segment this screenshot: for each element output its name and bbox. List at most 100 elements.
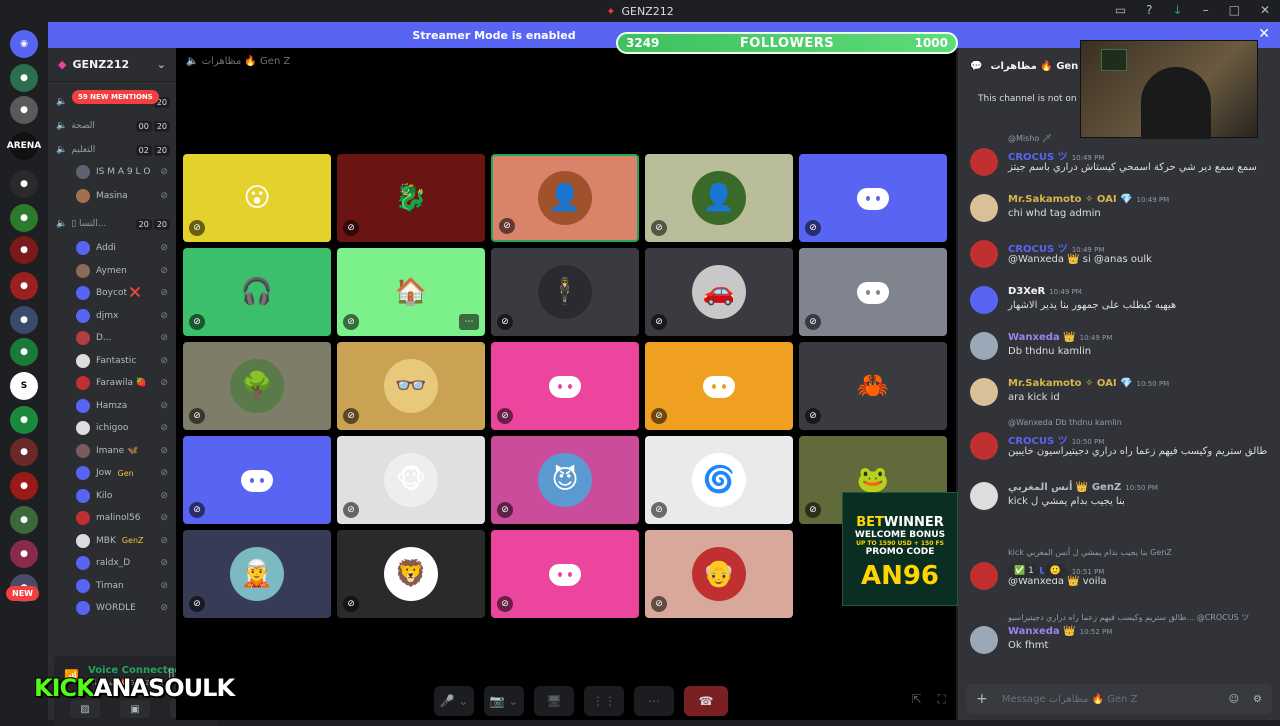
guild-header[interactable]: ◆ GENZ212 ⌄ <box>48 48 176 82</box>
avatar[interactable] <box>970 286 998 314</box>
participant-tile[interactable]: 👓 ⊘ <box>337 342 485 430</box>
maximize-button[interactable]: □ <box>1229 3 1240 17</box>
participant-tile[interactable]: 🐉 ⊘ <box>337 154 485 242</box>
voice-member[interactable]: Timan ⊘ <box>76 576 168 596</box>
avatar[interactable] <box>970 432 998 460</box>
server-icon[interactable]: ● <box>10 540 38 568</box>
voice-member[interactable]: Fantastic ⊘ <box>76 351 168 371</box>
server-icon[interactable]: ● <box>10 64 38 92</box>
server-icon[interactable]: ● <box>10 306 38 334</box>
avatar[interactable] <box>970 148 998 176</box>
camera-toggle-button[interactable]: 📷 ⌄ <box>484 686 524 716</box>
voice-member[interactable]: WORDLE ⊘ <box>76 598 168 618</box>
voice-member[interactable]: Masina ⊘ <box>76 186 168 206</box>
author-name[interactable]: أنس المغربي 👑 GenZ <box>1008 482 1121 493</box>
participant-tile[interactable]: ⊘ <box>799 154 947 242</box>
tile-more-icon[interactable]: ⋯ <box>459 314 479 330</box>
avatar[interactable] <box>970 378 998 406</box>
avatar[interactable] <box>970 332 998 360</box>
screen-share-icon[interactable]: ▣ <box>120 700 150 718</box>
activities-button[interactable]: ⋮⋮ <box>584 686 624 716</box>
voice-member[interactable]: ichigoo ⊘ <box>76 418 168 438</box>
avatar[interactable] <box>970 240 998 268</box>
voice-channel-item[interactable]: 🔈 الصحة 00 20 <box>56 116 170 136</box>
reply-reference[interactable]: @Misho 🗡 <box>1008 134 1052 143</box>
server-icon[interactable]: ● <box>10 438 38 466</box>
voice-member[interactable]: D... ⊘ <box>76 328 168 348</box>
camera-off-icon[interactable]: ▨ <box>70 700 100 718</box>
voice-member[interactable]: MBK GenZ ⊘ <box>76 531 168 551</box>
author-name[interactable]: Wanxeda 👑 <box>1008 626 1076 637</box>
server-icon[interactable]: S <box>10 372 38 400</box>
voice-member[interactable]: IS M A 9 L O ⊘ <box>76 162 168 182</box>
participant-tile[interactable]: 🎧 ⊘ <box>183 248 331 336</box>
voice-member[interactable]: Hamza ⊘ <box>76 396 168 416</box>
participant-tile[interactable]: 👤 ⊘ <box>645 154 793 242</box>
disconnect-call-button[interactable]: ☎ <box>684 686 728 716</box>
reply-reference[interactable]: kick بنا يجيب بدام يمشي ل أنس المغربي Ge… <box>1008 548 1172 557</box>
server-icon[interactable]: ● <box>10 272 38 300</box>
participant-tile[interactable]: 🌳 ⊘ <box>183 342 331 430</box>
help-icon[interactable]: ? <box>1146 3 1152 17</box>
voice-member[interactable]: Aymen ⊘ <box>76 261 168 281</box>
author-name[interactable]: Mr.Sakamoto ✧ OAI 💎 <box>1008 378 1133 389</box>
new-servers-pill[interactable]: NEW <box>6 586 39 601</box>
server-icon[interactable]: ● <box>10 406 38 434</box>
participant-tile[interactable]: ⊘ <box>799 248 947 336</box>
close-button[interactable]: ✕ <box>1260 3 1270 17</box>
author-name[interactable]: Mr.Sakamoto ✧ OAI 💎 <box>1008 194 1133 205</box>
participant-tile[interactable]: ⊘ <box>491 342 639 430</box>
voice-member[interactable]: Addi ⊘ <box>76 238 168 258</box>
participant-tile[interactable]: 🐵 ⊘ <box>337 436 485 524</box>
popout-icon[interactable]: ⇱ <box>912 692 922 707</box>
avatar[interactable] <box>970 562 998 590</box>
voice-member[interactable]: djmx ⊘ <box>76 306 168 326</box>
message-composer[interactable]: + Message مظاهرات 🔥 Gen Z ☺ ⚙ <box>966 684 1272 714</box>
participant-tile[interactable]: 🧝 ⊘ <box>183 530 331 618</box>
inbox-icon[interactable]: ▭ <box>1115 3 1126 17</box>
participant-tile[interactable]: 🦁 ⊘ <box>337 530 485 618</box>
message-input[interactable]: Message مظاهرات 🔥 Gen Z <box>1002 694 1138 705</box>
avatar[interactable] <box>970 626 998 654</box>
participant-tile[interactable]: ⊘ <box>183 436 331 524</box>
participant-tile[interactable]: 🕴 ⊘ <box>491 248 639 336</box>
participant-tile[interactable]: 😮 ⊘ <box>183 154 331 242</box>
voice-channel-item[interactable]: 🔈 ▯ التسا... 20 20 <box>56 214 170 234</box>
reaction-chip[interactable]: 🙂 <box>1043 564 1068 578</box>
server-icon[interactable]: ● <box>10 236 38 264</box>
more-options-button[interactable]: ⋯ <box>634 686 674 716</box>
participant-tile[interactable]: 🏠 ⊘ ⋯ <box>337 248 485 336</box>
participant-tile[interactable]: 🌀 ⊘ <box>645 436 793 524</box>
reply-reference[interactable]: طالق ستريم وكيسب فيهم زعما راه دراري دجي… <box>1008 612 1249 623</box>
reply-reference[interactable]: @Wanxeda Db thdnu kamlin <box>1008 418 1122 427</box>
server-icon[interactable]: ● <box>10 506 38 534</box>
participant-tile[interactable]: 🚗 ⊘ <box>645 248 793 336</box>
voice-member[interactable]: Imane 🦋 ⊘ <box>76 441 168 461</box>
voice-member[interactable]: Jow Gen ⊘ <box>76 463 168 483</box>
server-icon[interactable]: ARENA <box>7 132 41 160</box>
author-name[interactable]: D3XeR <box>1008 286 1045 297</box>
participant-tile[interactable]: ⊘ <box>645 342 793 430</box>
voice-member[interactable]: malinol56 ⊘ <box>76 508 168 528</box>
server-icon[interactable]: ● <box>10 472 38 500</box>
voice-member[interactable]: Boycot ❌ ⊘ <box>76 283 168 303</box>
server-icon[interactable]: ◉ <box>10 30 38 58</box>
avatar[interactable] <box>970 194 998 222</box>
attach-plus-icon[interactable]: + <box>976 691 988 707</box>
emoji-icon[interactable]: ☺ <box>1229 694 1239 705</box>
voice-channel-item[interactable]: 🔈 التعليم 02 20 <box>56 140 170 160</box>
server-icon[interactable]: ● <box>10 170 38 198</box>
server-icon[interactable]: ● <box>10 204 38 232</box>
server-icon[interactable]: ● <box>10 338 38 366</box>
mic-toggle-button[interactable]: 🎤 ⌄ <box>434 686 474 716</box>
avatar[interactable] <box>970 482 998 510</box>
participant-tile[interactable]: 👤 ⊘ <box>491 154 639 242</box>
participant-tile[interactable]: 🦀 ⊘ <box>799 342 947 430</box>
voice-member[interactable]: Farawila 🍓 ⊘ <box>76 373 168 393</box>
participant-tile[interactable]: 😈 ⊘ <box>491 436 639 524</box>
new-mentions-badge[interactable]: 59 NEW MENTIONS <box>72 90 159 104</box>
participant-tile[interactable]: ⊘ <box>491 530 639 618</box>
minimize-button[interactable]: – <box>1203 3 1209 17</box>
reaction-chip[interactable]: ✅ 1 <box>1008 564 1040 578</box>
server-icon[interactable]: ● <box>10 96 38 124</box>
